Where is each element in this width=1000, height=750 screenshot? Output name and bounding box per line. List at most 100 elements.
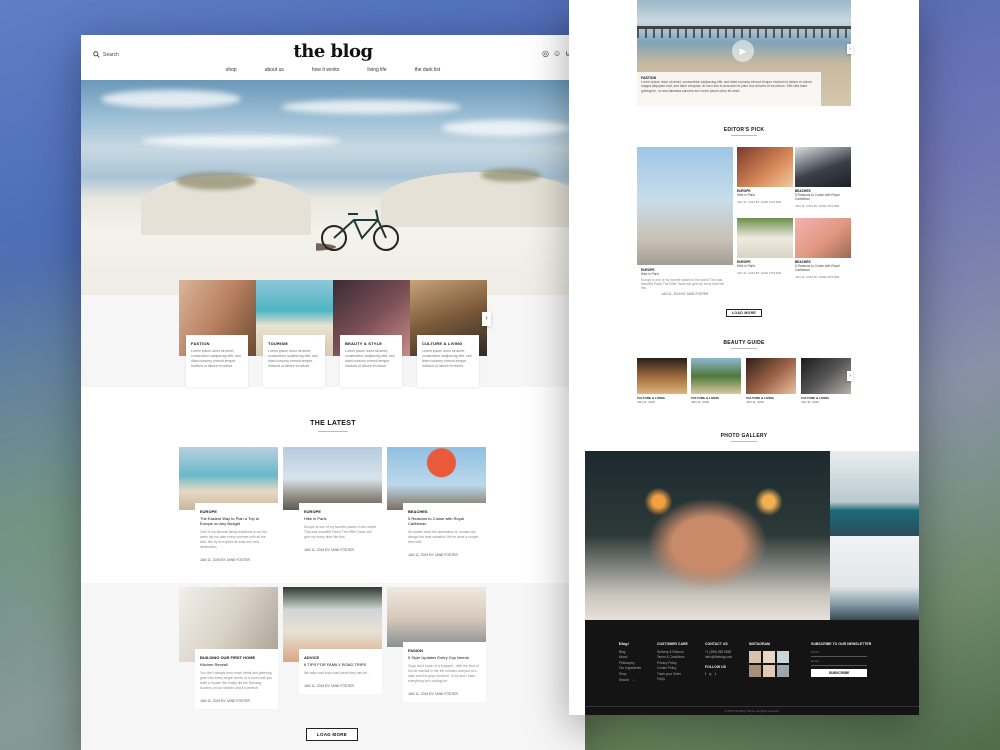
footer-search[interactable]: Search ⌕: [619, 678, 641, 684]
facebook-icon[interactable]: f: [705, 672, 706, 678]
item-image: [795, 218, 851, 258]
post-card[interactable]: BUILDING OUR FIRST HOME Kitchen Reveal! Yo…: [179, 587, 278, 709]
category-desc: Lorem ipsum dolor sit amet, consectetur …: [422, 349, 472, 368]
instagram-thumb[interactable]: [763, 650, 775, 663]
main-nav: shop about us how it works living life t…: [81, 67, 585, 73]
category-card[interactable]: BEAUTY & STYLE Lorem ipsum dolor sit amet…: [333, 280, 410, 387]
post-meta: JAN 11, 2019 BY JANE FOSTER: [200, 699, 250, 703]
gallery-photo[interactable]: [830, 451, 919, 536]
gallery-main-photo[interactable]: [585, 451, 830, 620]
subscribe-button[interactable]: SUBSCRIBE: [811, 668, 867, 677]
post-body: FASION 5 Style Updates Every Guy Needs Guy…: [403, 642, 486, 702]
video-next-arrow-icon[interactable]: ›: [847, 44, 853, 54]
twitter-icon[interactable]: t: [715, 672, 716, 678]
video-feature[interactable]: ▶ FASTION Lorem ipsum dolor sit amet, con…: [637, 0, 851, 106]
post-image: [387, 587, 486, 647]
post-category: EUROPE: [200, 509, 217, 514]
category-title: CULTURE & LIVING: [422, 341, 463, 346]
category-card[interactable]: TOURISM Lorem ipsum dolor sit amet, conse…: [256, 280, 333, 387]
instagram-icon[interactable]: ◎: [709, 672, 712, 678]
feature-body: EUROPE Hike in Paris Europe is one of my…: [637, 265, 733, 299]
editors-pick-item[interactable]: BEACHES 5 Reasons to Cruise with Royal Ca…: [795, 147, 851, 208]
interior-page-mockup: ▶ FASTION Lorem ipsum dolor sit amet, con…: [569, 0, 919, 715]
follow-heading: FOLLOW US: [705, 664, 726, 669]
post-meta: JAN 11, 2019 BY JANE FOSTER: [304, 548, 354, 552]
item-image: [637, 358, 687, 394]
post-title[interactable]: Hike in Paris: [304, 516, 377, 521]
header-icons: ◎ ☺ ⊍: [542, 50, 571, 58]
category-desc: Lorem ipsum dolor sit amet, consectetur …: [268, 349, 318, 368]
feature-title[interactable]: Hike in Paris: [641, 272, 729, 276]
instagram-thumb[interactable]: [749, 650, 761, 663]
newsletter-email-field[interactable]: Email: [811, 659, 867, 666]
nav-living-life[interactable]: living life: [367, 67, 386, 73]
play-icon[interactable]: ▶: [732, 40, 754, 62]
category-card[interactable]: FASTION Lorem ipsum dolor sit amet, conse…: [179, 280, 256, 387]
category-info: CULTURE & LIVING Lorem ipsum dolor sit am…: [417, 335, 479, 387]
gallery-photo[interactable]: [830, 536, 919, 620]
contact-email[interactable]: hello@theblog.com: [705, 655, 732, 661]
footer-search-label: Search: [619, 678, 630, 682]
site-logo[interactable]: the blog: [81, 41, 585, 62]
nav-dark-list[interactable]: the dark list: [415, 67, 441, 73]
editors-pick-item[interactable]: EUROPE Hike in Paris JAN 11, 2019 BY JANE …: [737, 147, 793, 204]
contact-heading: CONTACT US: [705, 642, 728, 646]
beauty-guide-item[interactable]: CULTURE & LIVING JAN 11, 2019: [691, 358, 741, 404]
instagram-col: INSTAGRAM: [749, 642, 789, 677]
beauty-guide-item[interactable]: CULTURE & LIVING JAN 11, 2019: [746, 358, 796, 404]
currency-icon[interactable]: ◎: [542, 50, 549, 58]
post-title[interactable]: 6 TIPS FOR FAMILY ROAD TRIPS: [304, 662, 377, 667]
post-title[interactable]: The Easiest Way to Plan a Trip to Europe…: [200, 516, 273, 526]
post-title[interactable]: 5 Style Updates Every Guy Needs: [408, 655, 481, 660]
post-category: EUROPE: [304, 509, 321, 514]
instagram-thumb[interactable]: [763, 664, 775, 677]
carousel-next-arrow-icon[interactable]: ›: [482, 312, 491, 326]
editors-load-more-button[interactable]: LOAD MORE: [726, 309, 762, 317]
editors-pick-item[interactable]: EUROPE Hike in Paris JAN 11, 2019 BY JANE …: [737, 218, 793, 275]
post-category: BUILDING OUR FIRST HOME: [200, 655, 256, 660]
load-more-button[interactable]: LOAD MORE: [306, 728, 358, 741]
footer-link[interactable]: Our Ingredients: [619, 666, 641, 672]
instagram-thumb[interactable]: [777, 650, 789, 663]
nav-shop[interactable]: shop: [226, 67, 237, 73]
post-card[interactable]: ADVICE 6 TIPS FOR FAMILY ROAD TRIPS We tak…: [283, 587, 382, 694]
contact-col: CONTACT US +1 (555) 555 5555 hello@thebl…: [705, 642, 732, 678]
category-info: FASTION Lorem ipsum dolor sit amet, conse…: [186, 335, 248, 387]
editors-pick-feature[interactable]: EUROPE Hike in Paris Europe is one of my…: [637, 147, 733, 299]
item-meta: JAN 11, 2019 BY JANE FOSTER: [795, 275, 840, 279]
post-body: ADVICE 6 TIPS FOR FAMILY ROAD TRIPS We tak…: [299, 649, 382, 694]
post-excerpt: You don't always hear much detail and pl…: [200, 671, 273, 690]
post-card[interactable]: BEACHES 5 Reasons to Cruise with Royal Ca…: [387, 447, 486, 563]
post-excerpt: Guys don't much of a shopper - with the …: [408, 664, 479, 683]
beauty-guide-item[interactable]: CULTURE & LIVING JAN 11, 2019: [637, 358, 687, 404]
footer-logo[interactable]: blog!: [619, 642, 641, 648]
beauty-next-arrow-icon[interactable]: ›: [847, 371, 853, 381]
nav-about-us[interactable]: about us: [265, 67, 284, 73]
post-card[interactable]: EUROPE The Easiest Way to Plan a Trip to …: [179, 447, 278, 568]
category-desc: Lorem ipsum dolor sit amet, consectetur …: [191, 349, 241, 368]
post-title[interactable]: 5 Reasons to Cruise with Royal Caribbean: [408, 516, 481, 526]
editors-pick-title: EDITOR'S PICK: [723, 127, 765, 133]
pier-pilings: [637, 28, 851, 38]
item-meta: JAN 11, 2019 BY JANE FOSTER: [795, 204, 840, 208]
editors-pick-item[interactable]: BEACHES 5 Reasons to Cruise with Royal Ca…: [795, 218, 851, 279]
footer-link[interactable]: Shop: [619, 672, 641, 678]
item-date: JAN 11, 2019: [637, 400, 655, 404]
post-card[interactable]: FASION 5 Style Updates Every Guy Needs Guy…: [387, 587, 486, 702]
beauty-guide-title: BEAUTY GUIDE: [723, 340, 765, 346]
account-icon[interactable]: ☺: [553, 50, 561, 58]
newsletter-name-field[interactable]: Name: [811, 650, 867, 657]
category-card[interactable]: CULTURE & LIVING Lorem ipsum dolor sit am…: [410, 280, 487, 387]
instagram-thumb[interactable]: [749, 664, 761, 677]
post-card[interactable]: EUROPE Hike in Paris Europe is one of my f…: [283, 447, 382, 558]
category-title: FASTION: [191, 341, 210, 346]
footer-link[interactable]: FAQs: [657, 677, 688, 683]
nav-how-it-works[interactable]: how it works: [312, 67, 340, 73]
video-caption-text: Lorem ipsum dolor sit amet, consectetur …: [641, 80, 812, 93]
instagram-thumb[interactable]: [777, 664, 789, 677]
beauty-guide-item[interactable]: CULTURE & LIVING JAN 11, 2019: [801, 358, 851, 404]
post-body: EUROPE Hike in Paris Europe is one of my f…: [299, 503, 382, 558]
footer-link[interactable]: Terms & Conditions: [657, 655, 688, 661]
category-info: TOURISM Lorem ipsum dolor sit amet, conse…: [263, 335, 325, 387]
post-title[interactable]: Kitchen Reveal!: [200, 662, 273, 667]
